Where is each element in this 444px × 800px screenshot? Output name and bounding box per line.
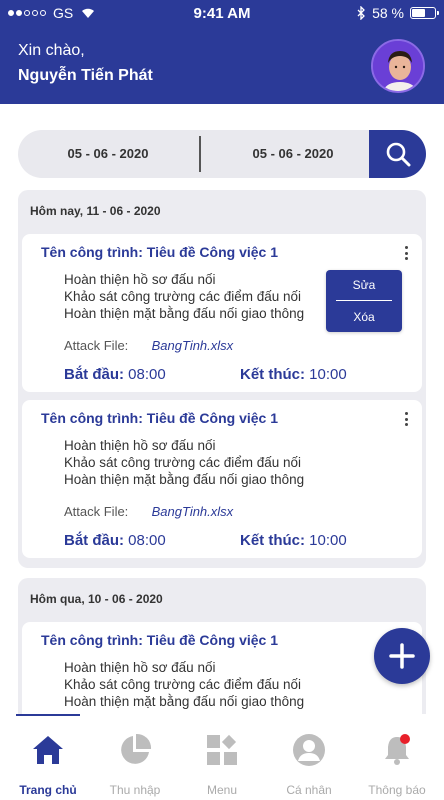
more-options-button[interactable] [400, 410, 412, 428]
plus-icon [389, 643, 415, 669]
attachment-link[interactable]: BangTinh.xlsx [152, 504, 234, 519]
task-item: Khảo sát công trường các điểm đấu nối [64, 289, 302, 304]
tab-income[interactable]: Thu nhập [95, 728, 175, 798]
end-time: Kết thúc: 10:00 [240, 366, 347, 383]
avatar[interactable] [371, 39, 425, 93]
date-to-field[interactable]: 05 - 06 - 2020 [208, 130, 378, 178]
attachment-label: Attack File: [64, 504, 129, 519]
start-time: Bắt đầu: 08:00 [64, 532, 166, 549]
avatar-image [373, 41, 423, 91]
tab-label: Menu [206, 783, 238, 797]
tab-label: Cá nhân [286, 783, 332, 797]
task-item: Khảo sát công trường các điểm đấu nối [64, 677, 302, 692]
app-header: GS 9:41 AM 58 % Xin chào, Nguyễn Tiến Ph… [0, 0, 444, 104]
start-label: Bắt đầu: [64, 366, 124, 383]
tab-notifications[interactable]: Thông báo [357, 728, 437, 798]
day-group-today: Hôm nay, 11 - 06 - 2020 Tên công trình: … [18, 190, 426, 568]
more-options-button[interactable] [400, 244, 412, 262]
attachment-label: Attack File: [64, 338, 129, 353]
menu-separator [336, 300, 392, 301]
end-label: Kết thúc: [240, 366, 305, 383]
attachment-row: Attack File: BangTinh.xlsx [64, 504, 233, 519]
status-bar: GS 9:41 AM 58 % [0, 0, 444, 26]
person-icon [293, 734, 325, 766]
tab-label: Thu nhập [109, 783, 161, 797]
grid-icon [207, 734, 237, 765]
tab-label: Trang chủ [19, 783, 77, 797]
pie-chart-icon [121, 733, 152, 764]
task-item: Hoàn thiện hồ sơ đấu nối [64, 272, 216, 287]
date-divider [199, 136, 201, 172]
attachment-row: Attack File: BangTinh.xlsx [64, 338, 233, 353]
search-icon [386, 142, 410, 167]
active-tab-indicator [16, 714, 80, 716]
tab-menu[interactable]: Menu [182, 728, 262, 798]
user-name: Nguyễn Tiến Phát [18, 67, 153, 84]
card-title: Tên công trình: Tiêu đề Công việc 1 [41, 410, 278, 426]
end-time: Kết thúc: 10:00 [240, 532, 347, 549]
battery-icon [410, 7, 439, 19]
greeting-text: Xin chào, [18, 42, 85, 59]
end-value: 10:00 [309, 532, 347, 549]
edit-menu-item[interactable]: Sửa [326, 270, 402, 300]
task-item: Khảo sát công trường các điểm đấu nối [64, 455, 302, 470]
task-item: Hoàn thiện mặt bằng đấu nối giao thông [64, 472, 305, 487]
start-label: Bắt đầu: [64, 532, 124, 549]
tab-home[interactable]: Trang chủ [8, 728, 88, 798]
tab-label: Thông báo [368, 783, 426, 797]
add-task-button[interactable] [374, 628, 430, 684]
bottom-tab-bar: Trang chủ Thu nhập Menu Cá nhân Thông bá… [0, 714, 444, 800]
end-value: 10:00 [309, 366, 347, 383]
task-card[interactable]: Tên công trình: Tiêu đề Công việc 1 Hoàn… [22, 400, 422, 558]
status-right: 58 % [357, 5, 439, 21]
delete-menu-item[interactable]: Xóa [326, 302, 402, 332]
task-item: Hoàn thiện mặt bằng đấu nối giao thông [64, 694, 305, 709]
task-list: Hoàn thiện hồ sơ đấu nối Khảo sát công t… [64, 271, 304, 322]
task-item: Hoàn thiện hồ sơ đấu nối [64, 438, 216, 453]
attachment-link[interactable]: BangTinh.xlsx [152, 338, 234, 353]
task-item: Hoàn thiện hồ sơ đấu nối [64, 660, 216, 675]
start-value: 08:00 [128, 532, 166, 549]
card-title: Tên công trình: Tiêu đề Công việc 1 [41, 244, 278, 260]
start-time: Bắt đầu: 08:00 [64, 366, 166, 383]
task-list: Hoàn thiện hồ sơ đấu nối Khảo sát công t… [64, 437, 304, 488]
bluetooth-icon [357, 6, 365, 20]
start-value: 08:00 [128, 366, 166, 383]
task-list: Hoàn thiện hồ sơ đấu nối Khảo sát công t… [64, 659, 304, 710]
home-icon [33, 736, 63, 764]
bell-icon [385, 734, 410, 765]
task-item: Hoàn thiện mặt bằng đấu nối giao thông [64, 306, 305, 321]
search-button[interactable] [369, 130, 426, 178]
notification-badge [400, 734, 410, 744]
date-range-filter: 05 - 06 - 2020 05 - 06 - 2020 [18, 130, 426, 178]
group-date-title: Hôm qua, 10 - 06 - 2020 [30, 592, 163, 606]
end-label: Kết thúc: [240, 532, 305, 549]
card-context-menu: Sửa Xóa [326, 270, 402, 332]
group-date-title: Hôm nay, 11 - 06 - 2020 [30, 204, 161, 218]
tab-personal[interactable]: Cá nhân [269, 728, 349, 798]
date-from-field[interactable]: 05 - 06 - 2020 [18, 130, 198, 178]
card-title: Tên công trình: Tiêu đề Công việc 1 [41, 632, 278, 648]
battery-percent: 58 % [372, 5, 404, 21]
